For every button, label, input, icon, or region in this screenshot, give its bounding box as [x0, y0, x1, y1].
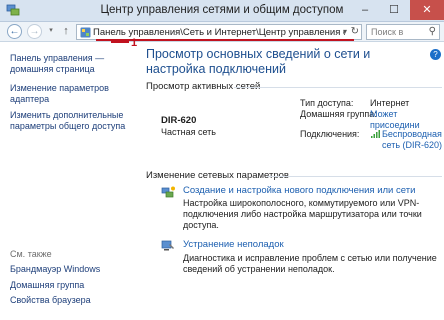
- title-bar: Центр управления сетями и общим доступом…: [0, 0, 444, 22]
- sidebar-link-advanced-sharing[interactable]: Изменить дополнительные параметры общего…: [10, 110, 136, 132]
- new-connection-link[interactable]: Создание и настройка нового подключения …: [183, 185, 415, 196]
- chevron-down-icon[interactable]: ▾: [343, 27, 347, 36]
- troubleshoot-description: Диагностика и исправление проблем с сеть…: [183, 253, 437, 274]
- search-placeholder: Поиск в: [371, 27, 404, 37]
- troubleshoot-icon: [161, 240, 174, 251]
- main-panel: ? Просмотр основных сведений о сети и на…: [140, 43, 444, 320]
- annotation-number: 1: [131, 37, 138, 49]
- see-also-heading: См. также: [10, 249, 52, 259]
- annotation-marker-line: [111, 41, 129, 43]
- page-title: Просмотр основных сведений о сети и наст…: [146, 47, 371, 76]
- help-icon[interactable]: ?: [430, 49, 441, 60]
- sidebar-link-homegroup[interactable]: Домашняя группа: [10, 280, 84, 291]
- section-divider: [234, 87, 442, 88]
- sidebar: Панель управления — домашняя страница Из…: [0, 43, 140, 320]
- control-panel-icon: [80, 27, 91, 38]
- back-button[interactable]: ←: [7, 24, 22, 39]
- access-type-value: Интернет: [370, 98, 410, 108]
- address-bar[interactable]: Панель управления\Сеть и Интернет\Центр …: [76, 24, 362, 40]
- connections-label: Подключения:: [300, 129, 360, 139]
- network-name: DIR-620: [161, 115, 197, 126]
- sidebar-link-change-adapter[interactable]: Изменение параметров адаптера: [10, 83, 112, 105]
- homegroup-link[interactable]: Может присоедини: [370, 109, 444, 131]
- search-icon: ⚲: [428, 26, 436, 37]
- network-category: Частная сеть: [161, 127, 216, 137]
- sidebar-link-firewall[interactable]: Брандмауэр Windows: [10, 264, 100, 275]
- wifi-signal-icon: [371, 130, 380, 138]
- section-divider: [267, 176, 442, 177]
- new-connection-icon: [161, 186, 175, 198]
- search-input[interactable]: Поиск в ⚲: [366, 24, 440, 40]
- access-type-label: Тип доступа:: [300, 98, 354, 108]
- recent-locations-dropdown[interactable]: ▾: [46, 24, 56, 39]
- homegroup-label: Домашняя группа:: [300, 109, 377, 119]
- new-connection-description: Настройка широкополосного, коммутируемог…: [183, 198, 422, 230]
- close-button[interactable]: ✕: [410, 0, 444, 20]
- sidebar-link-browser-properties[interactable]: Свойства браузера: [10, 295, 91, 306]
- connection-link[interactable]: Беспроводная сеть (DIR-620): [382, 129, 444, 151]
- minimize-button[interactable]: –: [352, 0, 378, 20]
- refresh-icon[interactable]: ↻: [351, 26, 359, 37]
- sidebar-link-home[interactable]: Панель управления — домашняя страница: [10, 53, 128, 75]
- up-button[interactable]: ↑: [60, 24, 72, 39]
- forward-button[interactable]: →: [27, 24, 42, 39]
- maximize-button[interactable]: ☐: [381, 0, 407, 20]
- troubleshoot-link[interactable]: Устранение неполадок: [183, 239, 284, 250]
